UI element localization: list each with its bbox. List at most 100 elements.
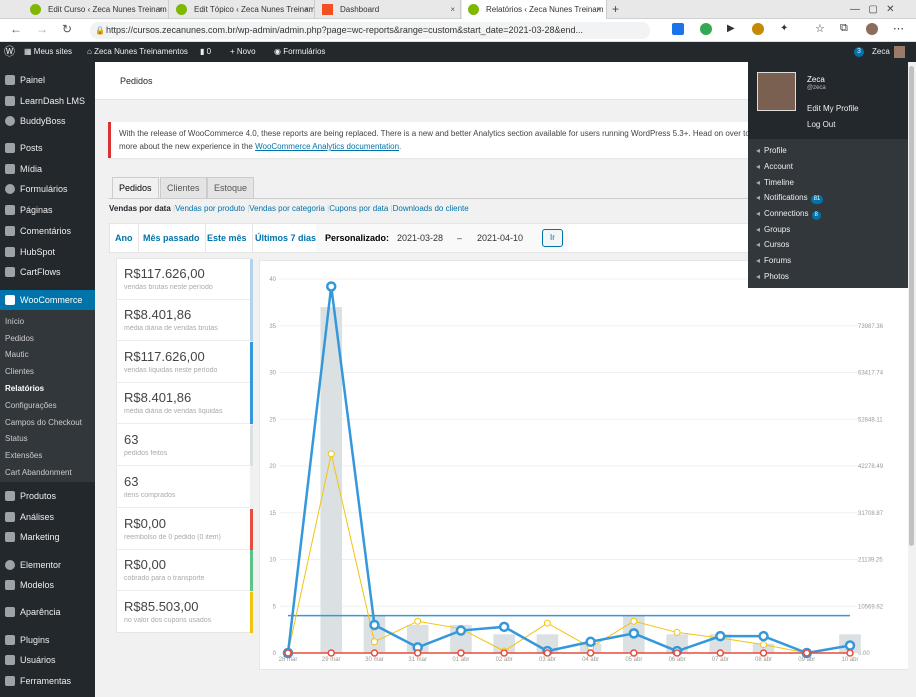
extension-icon[interactable] [752,23,764,35]
stat-media-brutas[interactable]: R$8.401,86 média diária de vendas brutas [117,300,253,341]
analytics-docs-link[interactable]: WooCommerce Analytics documentation [255,142,399,151]
collections-icon[interactable]: ⧉ [840,22,848,35]
profile-menu-timeline[interactable]: ◂ Timeline [756,176,794,190]
sidebar-item-painel[interactable]: Painel [0,71,95,89]
new-tab-icon[interactable]: + [612,0,619,19]
profile-menu-photos[interactable]: ◂ Photos [756,270,789,284]
profile-menu-cursos[interactable]: ◂ Cursos [756,238,789,252]
favorites-icon[interactable]: ☆ [815,22,825,35]
go-button[interactable]: Ir [542,229,563,247]
profile-avatar[interactable] [757,72,796,111]
my-sites-link[interactable]: ▦ Meus sites [24,42,72,62]
tab-estoque[interactable]: Estoque [207,177,255,198]
stat-cupons[interactable]: R$85.503,00 no valor dos cupons usados [117,592,253,633]
close-tab-icon[interactable]: × [158,0,163,19]
stat-vendas-brutas[interactable]: R$117.626,00 vendas brutas neste período [117,259,253,300]
subnav-cupons-data[interactable]: Cupons por data [329,204,388,213]
sidebar-item-formularios[interactable]: Formulários [0,180,95,198]
profile-menu-account[interactable]: ◂ Account [756,160,793,174]
close-tab-icon[interactable]: × [450,0,455,19]
browser-tab[interactable]: Edit Curso ‹ Zeca Nunes Treinam × [24,0,169,19]
start-date-input[interactable]: 2021-03-28 [392,224,448,252]
sidebar-item-usuarios[interactable]: Usuários [0,651,95,669]
back-icon[interactable]: ← [10,22,22,36]
profile-menu-connections[interactable]: ◂ Connections 8 [756,207,821,221]
stat-itens[interactable]: 63 itens comprados [117,467,253,508]
sidebar-item-midia[interactable]: Mídia [0,160,95,178]
forms-link[interactable]: ◉ Formulários [274,42,325,62]
stat-pedidos[interactable]: 63 pedidos feitos [117,425,253,466]
sidebar-item-comentarios[interactable]: Comentários [0,222,95,240]
browser-tab[interactable]: Dashboard × [316,0,461,19]
play-icon[interactable]: ▶ [727,23,735,34]
submenu-item-campos-checkout[interactable]: Campos do Checkout [0,415,95,431]
edit-profile-link[interactable]: Edit My Profile [807,104,859,113]
sidebar-item-elementor[interactable]: Elementor [0,556,95,574]
browser-tab[interactable]: Edit Tópico ‹ Zeca Nunes Treinam × [170,0,315,19]
scrollbar-thumb[interactable] [909,66,914,546]
submenu-item-clientes[interactable]: Clientes [0,364,95,380]
sidebar-item-hubspot[interactable]: HubSpot [0,243,95,261]
sidebar-item-paginas[interactable]: Páginas [0,201,95,219]
sidebar-item-aparencia[interactable]: Aparência [0,603,95,621]
sidebar-item-cartflows[interactable]: CartFlows [0,263,95,281]
comments-link[interactable]: ▮ 0 [200,42,211,62]
profile-menu-profile[interactable]: ◂ Profile [756,144,787,158]
logout-link[interactable]: Log Out [807,120,835,129]
user-name-link[interactable]: Zeca [872,42,890,62]
stat-transporte[interactable]: R$0,00 cobrado para o transporte [117,550,253,591]
submenu-item-inicio[interactable]: Início [0,314,95,330]
submenu-item-cart-abandonment[interactable]: Cart Abandonment [0,465,95,481]
avatar[interactable] [894,46,905,58]
new-content-link[interactable]: + Novo [230,42,256,62]
subnav-downloads-cliente[interactable]: Downloads do cliente [393,204,469,213]
sidebar-item-analises[interactable]: Análises [0,508,95,526]
range-ano[interactable]: Ano [110,224,139,252]
browser-tab-active[interactable]: Relatórios ‹ Zeca Nunes Treinam × [462,0,607,19]
submenu-item-extensoes[interactable]: Extensões [0,448,95,464]
end-date-input[interactable]: 2021-04-10 [472,224,528,252]
sidebar-item-plugins[interactable]: Plugins [0,631,95,649]
sidebar-item-buddyboss[interactable]: BuddyBoss [0,112,95,130]
submenu-item-relatorios[interactable]: Relatórios [0,381,95,397]
profile-menu-notifications[interactable]: ◂ Notifications 81 [756,191,824,205]
sidebar-item-posts[interactable]: Posts [0,139,95,157]
range-ultimos-7[interactable]: Últimos 7 dias [250,224,323,252]
extension-icon[interactable] [672,23,684,35]
close-tab-icon[interactable]: × [304,0,309,19]
window-controls[interactable]: — ▢ ✕ [850,0,895,19]
notification-badge[interactable]: 3 [854,47,864,57]
url-input[interactable]: 🔒 https://cursos.zecanunes.com.br/wp-admi… [90,22,650,39]
subnav-vendas-produto[interactable]: Vendas por produto [175,204,245,213]
sidebar-item-modelos[interactable]: Modelos [0,576,95,594]
profile-menu-groups[interactable]: ◂ Groups [756,223,790,237]
stat-media-liquidas[interactable]: R$8.401,86 média diária de vendas líquida… [117,383,253,424]
tab-pedidos[interactable]: Pedidos [112,177,159,198]
stat-vendas-liquidas[interactable]: R$117.626,00 vendas líquidas neste períod… [117,342,253,383]
sidebar-item-ferramentas[interactable]: Ferramentas [0,672,95,690]
close-tab-icon[interactable]: × [596,0,601,19]
profile-menu-forums[interactable]: ◂ Forums [756,254,791,268]
sidebar-item-woocommerce[interactable]: WooCommerce [0,290,95,310]
range-este-mes[interactable]: Este mês [202,224,253,252]
site-name-link[interactable]: ⌂ Zeca Nunes Treinamentos [87,42,188,62]
tab-clientes[interactable]: Clientes [160,177,207,198]
submenu-item-configuracoes[interactable]: Configurações [0,398,95,414]
more-icon[interactable]: ⋯ [893,22,904,35]
submenu-item-pedidos[interactable]: Pedidos [0,331,95,347]
scrollbar[interactable] [908,62,916,697]
subnav-vendas-categoria[interactable]: Vendas por categoria [249,204,325,213]
avatar[interactable] [866,23,878,35]
submenu-item-mautic[interactable]: Mautic [0,347,95,363]
wordpress-logo-icon[interactable]: Ⓦ [4,42,15,62]
reload-icon[interactable]: ↻ [62,22,72,36]
submenu-item-status[interactable]: Status [0,431,95,447]
forward-icon[interactable]: → [36,22,48,36]
sidebar-item-learndash[interactable]: LearnDash LMS [0,92,95,110]
stat-reembolso[interactable]: R$0,00 reembolso de 0 pedido (0 item) [117,509,253,550]
sidebar-item-produtos[interactable]: Produtos [0,487,95,505]
extension-icon[interactable] [700,23,712,35]
sidebar-item-marketing[interactable]: Marketing [0,528,95,546]
puzzle-icon[interactable]: ✦ [780,23,788,34]
range-mes-passado[interactable]: Mês passado [138,224,206,252]
